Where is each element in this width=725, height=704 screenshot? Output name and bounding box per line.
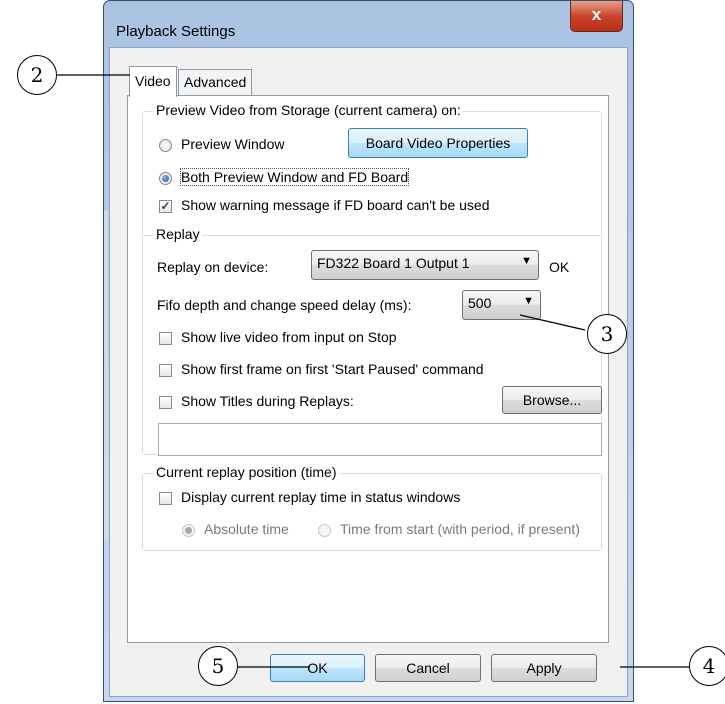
dialog-client-area: Video Advanced Preview Video from Storag…: [109, 47, 628, 697]
display-time-checkbox[interactable]: [159, 492, 172, 505]
replay-device-value: FD322 Board 1 Output 1: [317, 255, 470, 271]
callout-2: 2: [17, 55, 57, 95]
video-tab-page: Preview Video from Storage (current came…: [127, 95, 609, 643]
live-video-checkbox[interactable]: [159, 332, 172, 345]
tab-video[interactable]: Video: [129, 66, 177, 97]
playback-settings-dialog: Playback Settings x Video Advanced Previ…: [103, 0, 634, 702]
absolute-time-label: Absolute time: [204, 521, 289, 537]
apply-button[interactable]: Apply: [491, 654, 597, 682]
fifo-depth-label: Fifo depth and change speed delay (ms):: [157, 297, 412, 313]
board-video-properties-button[interactable]: Board Video Properties: [348, 128, 528, 158]
close-icon: x: [591, 5, 602, 24]
close-button[interactable]: x: [570, 1, 623, 32]
time-from-start-radio[interactable]: [318, 524, 331, 537]
callout-5: 5: [198, 646, 238, 686]
time-from-start-label: Time from start (with period, if present…: [340, 521, 580, 537]
fifo-depth-select[interactable]: 500 ▼: [462, 290, 541, 320]
ok-button[interactable]: OK: [270, 654, 365, 682]
both-preview-and-board-label: Both Preview Window and FD Board: [179, 168, 410, 186]
chevron-down-icon: ▼: [523, 295, 534, 307]
callout-3: 3: [587, 314, 627, 354]
window-title: Playback Settings: [116, 23, 236, 40]
first-frame-label: Show first frame on first 'Start Paused'…: [181, 361, 484, 377]
show-warning-label: Show warning message if FD board can't b…: [181, 197, 490, 213]
replay-device-status: OK: [549, 259, 570, 275]
preview-group-label: Preview Video from Storage (current came…: [154, 102, 463, 118]
show-warning-checkbox[interactable]: ✓: [159, 200, 172, 213]
frame-edge: [104, 211, 108, 541]
position-group-label: Current replay position (time): [154, 464, 339, 480]
tab-advanced[interactable]: Advanced: [178, 69, 253, 96]
preview-window-label: Preview Window: [181, 136, 285, 152]
browse-button[interactable]: Browse...: [502, 386, 602, 414]
display-time-label: Display current replay time in status wi…: [181, 489, 461, 505]
show-titles-label: Show Titles during Replays:: [181, 393, 354, 409]
first-frame-checkbox[interactable]: [159, 364, 172, 377]
absolute-time-radio[interactable]: [182, 524, 195, 537]
show-titles-checkbox[interactable]: [159, 396, 172, 409]
live-video-label: Show live video from input on Stop: [181, 329, 397, 345]
callout-4: 4: [689, 646, 725, 686]
titles-path-input[interactable]: [158, 423, 602, 456]
both-preview-and-board-radio[interactable]: [159, 172, 172, 185]
replay-device-label: Replay on device:: [157, 259, 269, 275]
fifo-depth-value: 500: [468, 295, 492, 311]
position-group: [142, 473, 602, 551]
preview-window-radio[interactable]: [159, 139, 172, 152]
cancel-button[interactable]: Cancel: [375, 654, 481, 682]
replay-device-select[interactable]: FD322 Board 1 Output 1 ▼: [311, 250, 539, 280]
replay-group-label: Replay: [154, 226, 202, 242]
chevron-down-icon: ▼: [521, 255, 532, 267]
